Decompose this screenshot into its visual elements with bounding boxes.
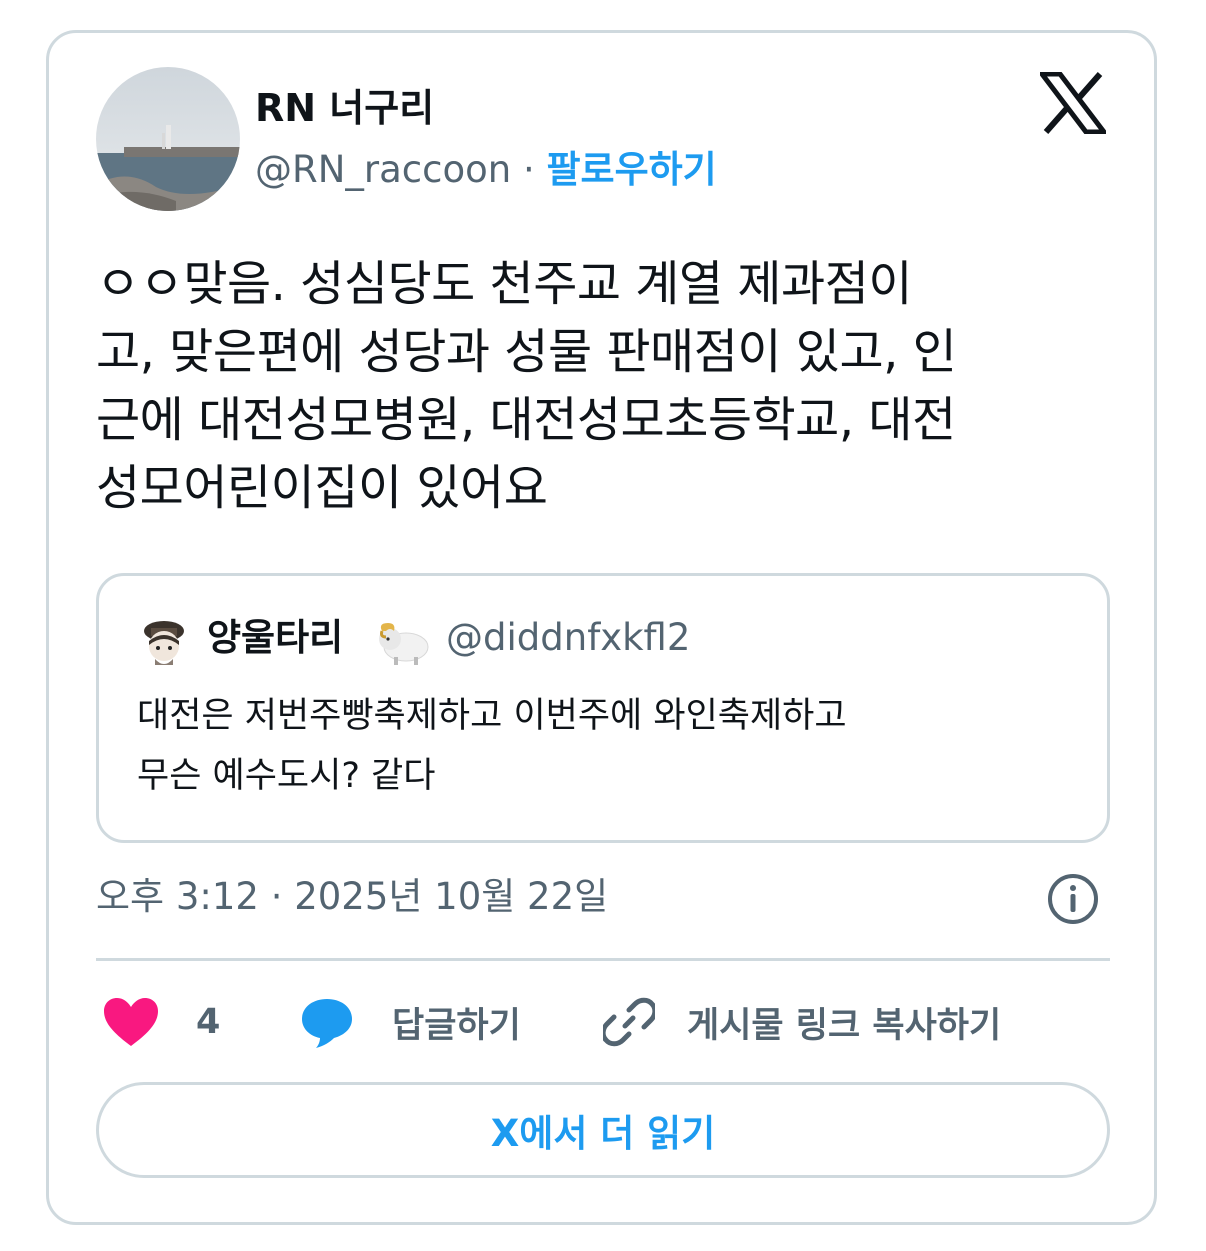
- read-more-button[interactable]: X에서 더 읽기: [96, 1082, 1110, 1178]
- sheep-emoji-icon: [374, 617, 434, 667]
- author-avatar[interactable]: [96, 67, 240, 211]
- link-icon: [603, 997, 655, 1047]
- info-icon[interactable]: [1046, 872, 1100, 926]
- quoted-display-name[interactable]: 양울타리: [207, 614, 343, 662]
- copy-link-button[interactable]: 게시물 링크 복사하기: [603, 992, 1001, 1052]
- read-more-label: X에서 더 읽기: [490, 1112, 716, 1155]
- handle-separator: ·: [522, 148, 535, 191]
- speech-bubble-icon: [302, 999, 352, 1048]
- divider: [96, 958, 1110, 961]
- x-logo-icon[interactable]: [1036, 71, 1110, 135]
- copy-link-label: 게시물 링크 복사하기: [687, 1005, 1002, 1046]
- author-handle-row: @RN_raccoon · 팔로우하기: [255, 146, 717, 194]
- reply-button[interactable]: 답글하기: [298, 992, 521, 1052]
- author-display-name[interactable]: RN 너구리: [255, 84, 434, 132]
- reply-label: 답글하기: [392, 1005, 521, 1046]
- tweet-timestamp[interactable]: 오후 3:12 · 2025년 10월 22일: [96, 872, 608, 922]
- like-count: 4: [196, 1002, 221, 1042]
- tweet-text: ㅇㅇ맞음. 성심당도 천주교 계열 제과점이 고, 맞은편에 성당과 성물 판매…: [96, 256, 957, 516]
- follow-button[interactable]: 팔로우하기: [546, 148, 716, 191]
- quoted-author-avatar[interactable]: [137, 615, 191, 669]
- quoted-handle[interactable]: @diddnfxkfl2: [446, 614, 690, 662]
- like-button[interactable]: 4: [102, 992, 220, 1052]
- heart-icon: [104, 998, 158, 1046]
- author-handle[interactable]: @RN_raccoon: [255, 148, 511, 191]
- quoted-tweet-text: 대전은 저번주빵축제하고 이번주에 와인축제하고 무슨 예수도시? 같다: [137, 696, 847, 796]
